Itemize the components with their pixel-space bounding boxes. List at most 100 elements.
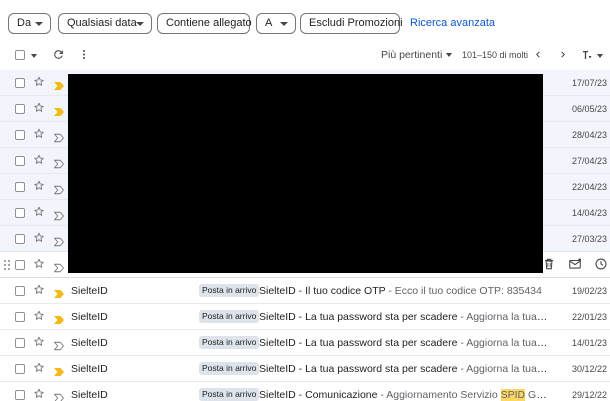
exclude-promotions-chip[interactable]: Escludi Promozioni (300, 13, 403, 34)
from-filter-chip[interactable]: Da (8, 13, 51, 34)
email-row[interactable]: SielteID Posta in arrivo SielteID - Comuni… (0, 382, 610, 401)
select-options-chevron-down-icon[interactable] (31, 54, 37, 58)
label-important-icon[interactable] (53, 78, 65, 90)
inbox-label-badge[interactable]: Posta in arrivo (199, 284, 260, 297)
email-date: 19/02/23 (571, 286, 607, 296)
row-checkbox[interactable] (15, 130, 25, 140)
star-icon[interactable] (33, 257, 45, 271)
refresh-icon[interactable] (52, 48, 65, 61)
sender-name: SielteID (71, 389, 108, 401)
label-important-icon[interactable] (53, 286, 65, 298)
chevron-down-icon (35, 22, 43, 26)
email-date: 27/04/23 (571, 156, 607, 166)
row-checkbox[interactable] (15, 234, 25, 244)
from-filter-label: Da (17, 17, 32, 29)
chevron-down-icon (136, 22, 144, 26)
chevron-left-icon[interactable] (532, 48, 544, 61)
date-filter-chip[interactable]: Qualsiasi data (58, 13, 152, 34)
snippet-text: - Aggiornamento Servizio SPID Gentile Al… (377, 389, 549, 401)
label-important-icon[interactable] (53, 104, 65, 116)
star-icon[interactable] (33, 127, 45, 141)
label-important-icon[interactable] (53, 390, 65, 401)
clock-icon[interactable] (594, 257, 608, 271)
inbox-label-badge[interactable]: Posta in arrivo (199, 388, 260, 401)
star-icon[interactable] (33, 283, 45, 297)
attachment-filter-label: Contiene allegato (166, 17, 252, 29)
email-date: 30/12/22 (571, 364, 607, 374)
inbox-label-badge[interactable]: Posta in arrivo (199, 310, 260, 323)
label-important-icon[interactable] (53, 156, 65, 169)
list-toolbar: Più pertinenti 101–150 di molti (0, 42, 610, 68)
inbox-label-badge[interactable]: Posta in arrivo (199, 336, 260, 349)
star-icon[interactable] (33, 101, 45, 115)
snippet-text: - Aggiorna la tua passwor... (460, 363, 549, 375)
trash-icon[interactable] (542, 257, 556, 271)
star-icon[interactable] (33, 387, 45, 401)
snippet-text: - Aggiorna la tua passwor... (460, 311, 549, 323)
row-checkbox[interactable] (15, 260, 25, 270)
email-row[interactable]: SielteID Posta in arrivo SielteID - La tua… (0, 304, 610, 330)
sort-chevron-down-icon[interactable] (446, 53, 452, 57)
subject-line: SielteID - La tua password sta per scade… (259, 311, 549, 323)
drag-handle-icon[interactable] (4, 260, 10, 270)
search-highlight: SPID (500, 389, 526, 401)
label-important-icon[interactable] (53, 364, 65, 376)
advanced-search-link[interactable]: Ricerca avanzata (410, 17, 495, 29)
row-checkbox[interactable] (15, 208, 25, 218)
chevron-right-icon[interactable] (557, 48, 569, 61)
email-date: 28/04/23 (571, 130, 607, 140)
label-important-icon[interactable] (53, 338, 65, 351)
email-date: 29/12/22 (571, 390, 607, 400)
label-important-icon[interactable] (53, 182, 65, 195)
row-checkbox[interactable] (15, 104, 25, 114)
attachment-filter-chip[interactable]: Contiene allegato (157, 13, 252, 34)
email-date: 14/04/23 (571, 208, 607, 218)
row-checkbox[interactable] (15, 312, 25, 322)
email-date: 22/01/23 (571, 312, 607, 322)
row-checkbox[interactable] (15, 286, 25, 296)
to-filter-chip[interactable]: A (256, 13, 296, 34)
star-icon[interactable] (33, 179, 45, 193)
row-checkbox[interactable] (15, 338, 25, 348)
more-vert-icon[interactable] (78, 48, 90, 61)
row-checkbox[interactable] (15, 364, 25, 374)
sort-dropdown-label[interactable]: Più pertinenti (381, 49, 442, 61)
email-date: 17/07/23 (571, 78, 607, 88)
star-icon[interactable] (33, 361, 45, 375)
label-important-icon[interactable] (53, 234, 65, 247)
mail-icon[interactable] (568, 257, 582, 271)
label-important-icon[interactable] (53, 130, 65, 143)
star-icon[interactable] (33, 309, 45, 323)
label-important-icon[interactable] (53, 208, 65, 221)
subject-line: SielteID - La tua password sta per scade… (259, 337, 549, 349)
label-important-icon[interactable] (53, 260, 65, 273)
email-date: 06/05/23 (571, 104, 607, 114)
star-icon[interactable] (33, 231, 45, 245)
email-date: 14/01/23 (571, 338, 607, 348)
email-row[interactable]: SielteID Posta in arrivo SielteID - La tua… (0, 356, 610, 382)
label-important-icon[interactable] (53, 312, 65, 324)
search-filter-chips: Da Qualsiasi data Contiene allegato A Es… (0, 0, 610, 45)
star-icon[interactable] (33, 153, 45, 167)
email-row[interactable]: SielteID Posta in arrivo SielteID - Il tuo… (0, 278, 610, 304)
email-row[interactable]: SielteID Posta in arrivo SielteID - La tua… (0, 330, 610, 356)
star-icon[interactable] (33, 205, 45, 219)
row-checkbox[interactable] (15, 156, 25, 166)
redacted-area (68, 74, 543, 273)
subject-line: SielteID - La tua password sta per scade… (259, 363, 549, 375)
select-all-checkbox[interactable] (15, 50, 25, 60)
snippet-text: - Aggiorna la tua passwor... (460, 337, 549, 349)
inbox-label-badge[interactable]: Posta in arrivo (199, 362, 260, 375)
star-icon[interactable] (33, 75, 45, 89)
input-tools-chevron-down-icon[interactable] (597, 54, 603, 58)
row-checkbox[interactable] (15, 78, 25, 88)
subject-text: SielteID - La tua password sta per scade… (259, 311, 458, 323)
row-checkbox[interactable] (15, 390, 25, 400)
subject-text: SielteID - La tua password sta per scade… (259, 337, 458, 349)
star-icon[interactable] (33, 335, 45, 349)
email-date: 22/04/23 (571, 182, 607, 192)
snippet-pre: - Aggiornamento Servizio (377, 389, 501, 401)
snippet-text: - Ecco il tuo codice OTP: 835434 (385, 285, 542, 297)
row-checkbox[interactable] (15, 182, 25, 192)
input-tools-icon[interactable] (581, 48, 593, 62)
